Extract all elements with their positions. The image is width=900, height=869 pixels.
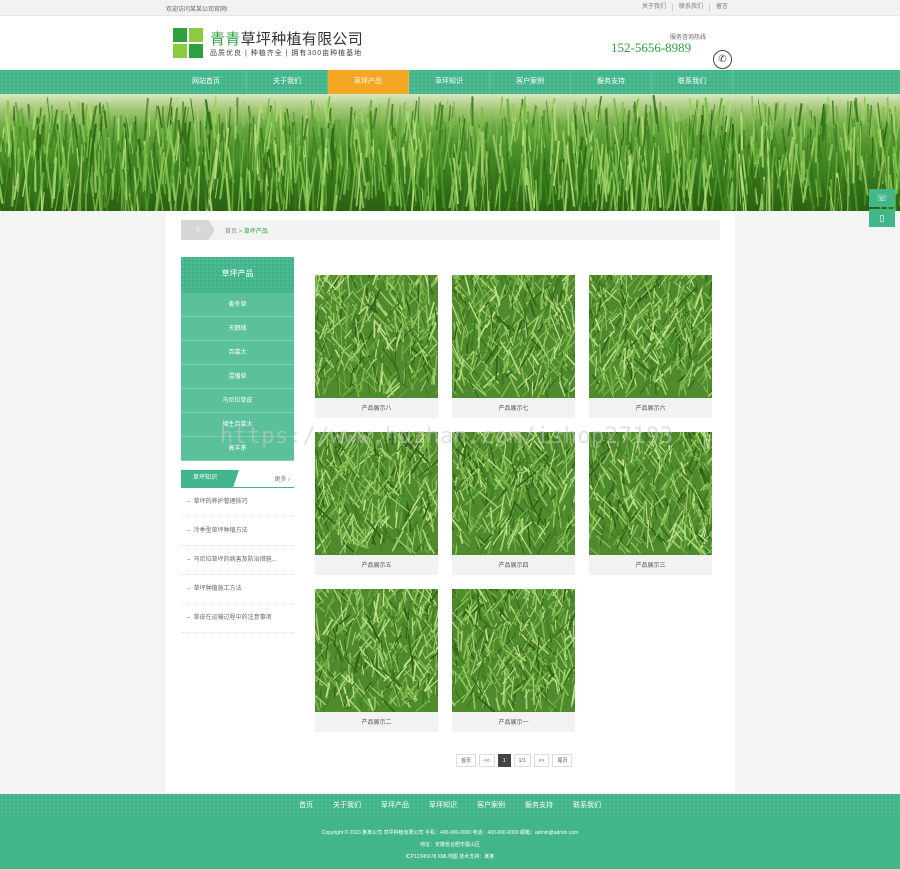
category-item[interactable]: 天鹅绒	[181, 317, 294, 341]
content-panel: ⌾ 首页 > 草坪产品 草坪产品 麦冬草 天鹅绒 百慕大 混播草 马尼拉草皮 矮…	[166, 211, 735, 792]
footer-address: 地址：安徽省合肥市蜀山区	[419, 842, 480, 848]
phone-icon: ✆	[713, 50, 732, 69]
product-caption[interactable]: 产品展示五	[315, 555, 438, 575]
product-image[interactable]	[452, 432, 575, 555]
product-image[interactable]	[452, 589, 575, 712]
grass-banner	[0, 94, 900, 211]
footer-info: Copyright © 2023 某某公司 草坪种植有限公司 手机：400-00…	[0, 818, 900, 869]
news-item-title[interactable]: 马尼拉草坪的病害及防治措施...	[194, 557, 277, 563]
footer-link-home[interactable]: 首页	[289, 794, 323, 818]
footer-link-cases[interactable]: 客户案例	[467, 794, 515, 818]
nav-item-about[interactable]: 关于我们	[247, 70, 328, 94]
footer-link-knowledge[interactable]: 草坪知识	[419, 794, 467, 818]
product-caption[interactable]: 产品展示七	[452, 398, 575, 418]
footer-link-contact[interactable]: 联系我们	[563, 794, 611, 818]
product-caption[interactable]: 产品展示四	[452, 555, 575, 575]
product-card[interactable]: 产品展示七	[452, 275, 575, 418]
news-item-title[interactable]: 冷季型草坪种植方法	[194, 528, 248, 534]
news-item[interactable]: – 草坪种植施工方法	[181, 575, 294, 604]
pager-total: 1/1	[513, 754, 531, 767]
top-link-message[interactable]: 留言	[708, 4, 734, 11]
category-title: 草坪产品	[181, 257, 294, 293]
pager-current[interactable]: 1	[497, 754, 511, 767]
product-image[interactable]	[452, 275, 575, 398]
pager-prev[interactable]: <<	[479, 754, 495, 767]
breadcrumb-text: 首页 > 草坪产品	[225, 226, 268, 235]
top-bar: 欢迎访问某某公司官网! 关于我们 联系我们 留言	[0, 0, 900, 16]
site-title-highlight: 青青	[210, 31, 241, 48]
category-item[interactable]: 麦冬草	[181, 293, 294, 317]
logo-icon[interactable]	[173, 28, 203, 58]
site-slogan: 品质优良 | 种植齐全 | 拥有300亩种植基地	[210, 50, 363, 57]
product-image[interactable]	[589, 432, 712, 555]
top-link-about[interactable]: 关于我们	[636, 4, 672, 11]
product-card[interactable]: 产品展示五	[315, 432, 438, 575]
product-card[interactable]: 产品展示三	[589, 432, 712, 575]
news-title: 草坪知识	[181, 470, 239, 487]
watermark-text: https://www.huzhan.com/ishop27193	[220, 424, 674, 449]
top-links: 关于我们 联系我们 留言	[636, 4, 734, 11]
main-nav: 网站首页 关于我们 草坪产品 草坪知识 客户案例 服务支持 联系我们	[0, 70, 900, 94]
product-card[interactable]: 产品展示八	[315, 275, 438, 418]
headset-icon[interactable]: ☏	[869, 189, 895, 207]
breadcrumb: ⌾ 首页 > 草坪产品	[181, 220, 720, 240]
nav-item-knowledge[interactable]: 草坪知识	[409, 70, 490, 94]
site-header: 青青草坪种植有限公司 品质优良 | 种植齐全 | 拥有300亩种植基地 服务咨询…	[0, 16, 900, 70]
product-caption[interactable]: 产品展示二	[315, 712, 438, 732]
grass-banner-image	[0, 94, 900, 211]
news-item-title[interactable]: 草皮在运输过程中的注意事项	[194, 615, 272, 621]
news-item[interactable]: – 马尼拉草坪的病害及防治措施...	[181, 546, 294, 575]
footer-link-support[interactable]: 服务支持	[515, 794, 563, 818]
site-title[interactable]: 青青草坪种植有限公司	[210, 28, 363, 49]
product-caption[interactable]: 产品展示六	[589, 398, 712, 418]
location-pin-icon: ⌾	[181, 220, 215, 240]
product-card[interactable]: 产品展示一	[452, 589, 575, 732]
news-more-link[interactable]: 更多 ›	[274, 474, 290, 483]
breadcrumb-separator: >	[237, 229, 244, 235]
product-card[interactable]: 产品展示二	[315, 589, 438, 732]
product-card[interactable]: 产品展示六	[589, 275, 712, 418]
product-image[interactable]	[589, 275, 712, 398]
category-item[interactable]: 马尼拉草皮	[181, 389, 294, 413]
footer-nav: 首页 关于我们 草坪产品 草坪知识 客户案例 服务支持 联系我们	[0, 794, 900, 818]
nav-item-products[interactable]: 草坪产品	[328, 70, 409, 94]
footer-link-products[interactable]: 草坪产品	[371, 794, 419, 818]
news-item[interactable]: – 草皮在运输过程中的注意事项	[181, 604, 294, 633]
news-list: – 草坪的养护管理技巧 – 冷季型草坪种植方法 – 马尼拉草坪的病害及防治措施.…	[181, 488, 294, 633]
mobile-icon[interactable]: ▯	[869, 209, 895, 227]
product-image[interactable]	[315, 275, 438, 398]
news-item[interactable]: – 冷季型草坪种植方法	[181, 517, 294, 546]
product-image[interactable]	[315, 432, 438, 555]
news-item[interactable]: – 草坪的养护管理技巧	[181, 488, 294, 517]
nav-item-contact[interactable]: 联系我们	[652, 70, 733, 94]
nav-item-cases[interactable]: 客户案例	[490, 70, 571, 94]
product-image[interactable]	[315, 589, 438, 712]
footer-link-about[interactable]: 关于我们	[323, 794, 371, 818]
hotline-number: 152-5656-8989	[611, 40, 692, 55]
product-card[interactable]: 产品展示四	[452, 432, 575, 575]
breadcrumb-current[interactable]: 草坪产品	[244, 229, 268, 235]
footer-icp[interactable]: ICP12345678 XML地图 技术支持：某某	[0, 851, 900, 863]
news-item-title[interactable]: 草坪种植施工方法	[194, 586, 242, 592]
news-header: 草坪知识 更多 ›	[181, 470, 294, 488]
welcome-text: 欢迎访问某某公司官网!	[166, 7, 228, 13]
product-caption[interactable]: 产品展示一	[452, 712, 575, 732]
nav-item-home[interactable]: 网站首页	[166, 70, 247, 94]
pager-first[interactable]: 首页	[456, 754, 477, 767]
product-caption[interactable]: 产品展示八	[315, 398, 438, 418]
site-title-rest: 草坪种植有限公司	[240, 31, 364, 48]
top-link-contact[interactable]: 联系我们	[671, 4, 709, 11]
category-item[interactable]: 混播草	[181, 365, 294, 389]
breadcrumb-home[interactable]: 首页	[225, 229, 237, 235]
footer-copyright: Copyright © 2023 某某公司 草坪种植有限公司 手机：400-00…	[321, 830, 579, 836]
pager-last[interactable]: 尾页	[552, 754, 573, 767]
product-caption[interactable]: 产品展示三	[589, 555, 712, 575]
category-item[interactable]: 百慕大	[181, 341, 294, 365]
nav-item-support[interactable]: 服务支持	[571, 70, 652, 94]
pager-next[interactable]: >>	[533, 754, 550, 767]
news-item-title[interactable]: 草坪的养护管理技巧	[194, 499, 248, 505]
pagination: 首页 << 1 1/1 >> 尾页	[456, 754, 573, 767]
